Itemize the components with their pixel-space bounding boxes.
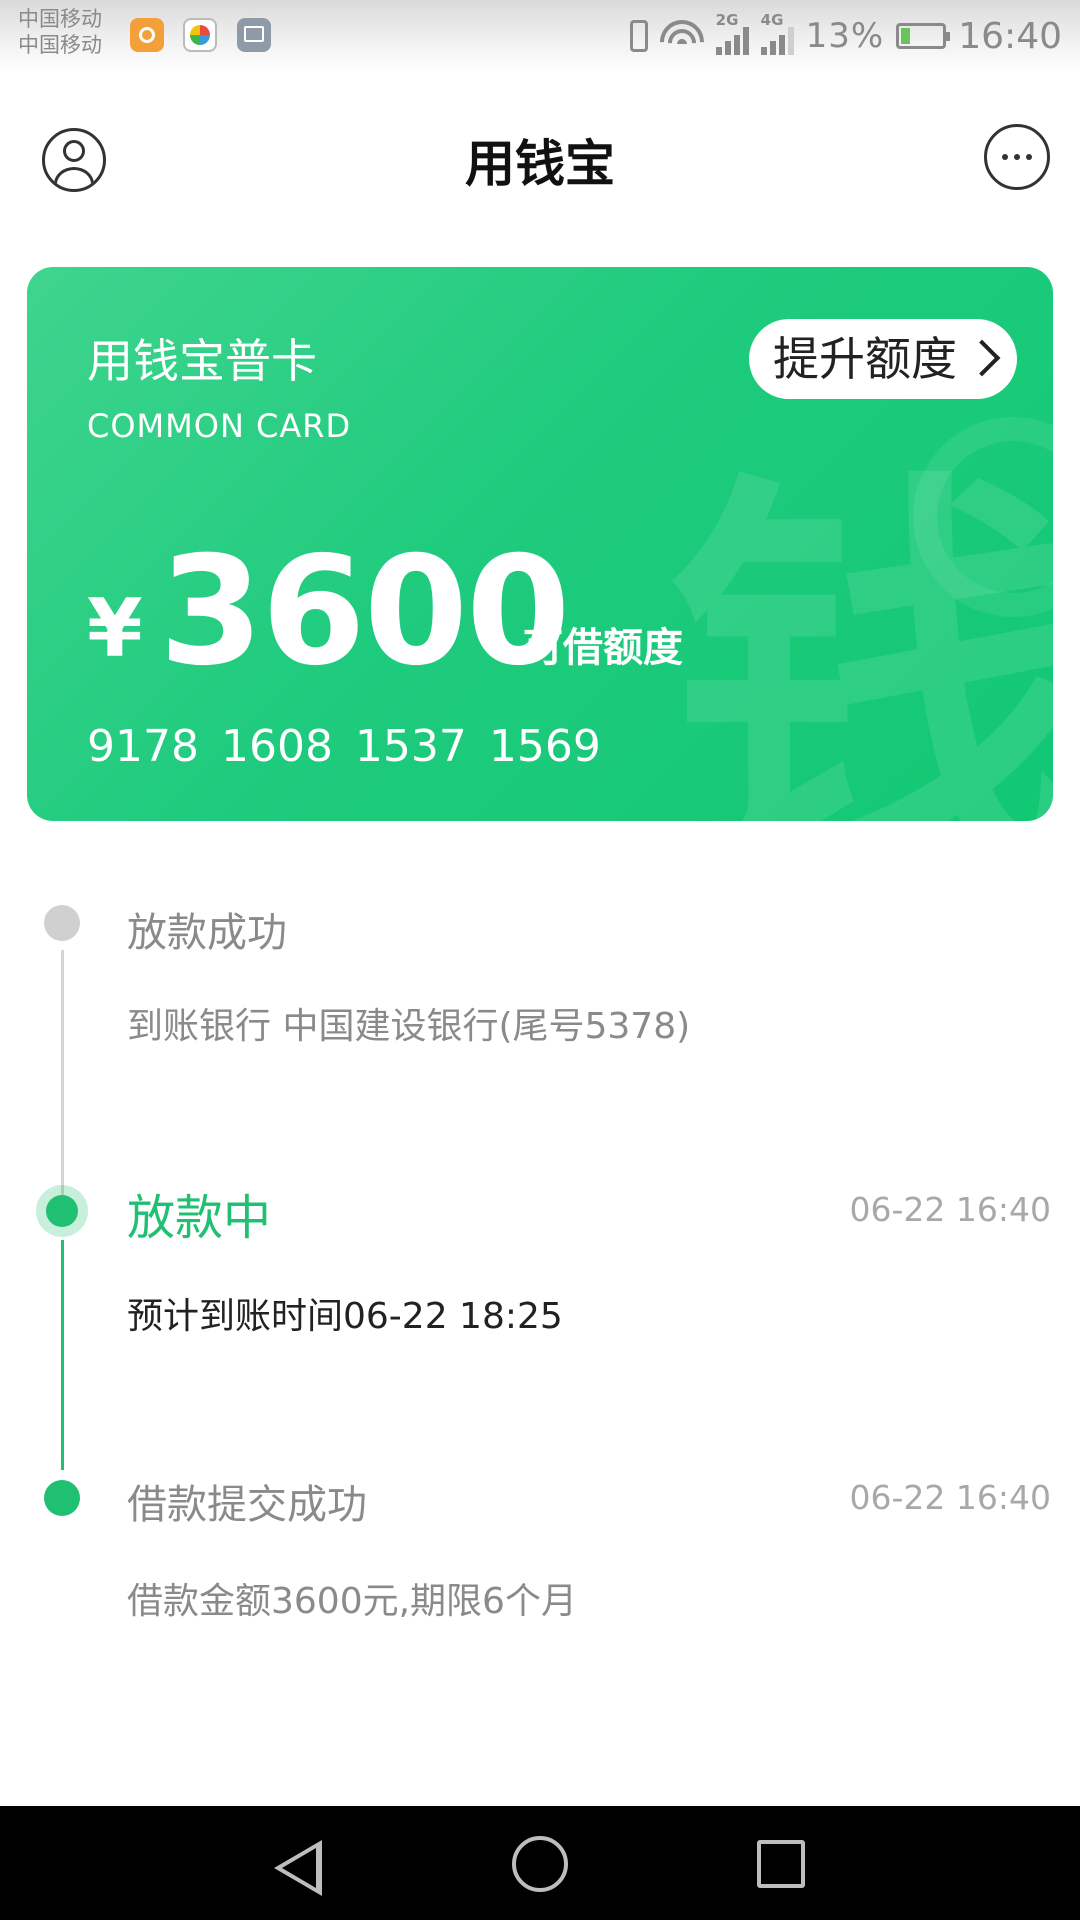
app-header: 用钱宝 [0, 72, 1080, 242]
net-2g-label: 2G [715, 11, 739, 29]
back-icon[interactable] [274, 1840, 322, 1896]
available-amount: 3600 [159, 525, 570, 699]
card-number: 9178 1608 1537 1569 [87, 721, 601, 772]
page-title: 用钱宝 [465, 135, 615, 193]
step-desc-disbursing: 预计到账时间06-22 18:25 [127, 1296, 563, 1337]
status-indicators: 2G 4G 13% 16:40 [629, 10, 1062, 62]
loan-progress-timeline: 放款成功 到账银行 中国建设银行(尾号5378) 放款中 06-22 16:40… [0, 860, 1080, 1660]
credit-card: 钱 用钱宝普卡 COMMON CARD 提升额度 ¥ 3600 可借额度 917… [27, 267, 1053, 821]
app-notification-icon [183, 18, 217, 52]
timeline-connector-pending [61, 950, 64, 1195]
gallery-icon [237, 18, 271, 52]
raise-limit-label: 提升额度 [773, 332, 957, 386]
status-bar: 中国移动 中国移动 2G 4G 13% 16:40 [0, 0, 1080, 72]
step-desc-submitted: 借款金额3600元,期限6个月 [127, 1581, 577, 1622]
chevron-right-icon [963, 339, 1001, 377]
step-time-submitted: 06-22 16:40 [849, 1478, 1051, 1517]
step-title-disbursing: 放款中 [127, 1190, 272, 1246]
recent-apps-icon[interactable] [757, 1840, 805, 1888]
battery-icon [896, 23, 951, 49]
system-nav-bar [0, 1806, 1080, 1920]
timeline-connector-done [61, 1240, 64, 1470]
currency-symbol: ¥ [87, 582, 143, 675]
card-subtitle: COMMON CARD [87, 407, 352, 445]
step-desc-disbursed: 到账银行 中国建设银行(尾号5378) [127, 1006, 691, 1047]
step-dot-pending [44, 905, 80, 941]
step-dot-active [36, 1185, 88, 1237]
net-4g-label: 4G [760, 11, 784, 29]
status-time: 16:40 [958, 15, 1062, 57]
step-time-disbursing: 06-22 16:40 [849, 1190, 1051, 1229]
battery-percent: 13% [805, 16, 885, 56]
available-amount-label: 可借额度 [523, 625, 683, 671]
card-title: 用钱宝普卡 [87, 334, 317, 388]
vibrate-icon [629, 20, 648, 52]
uc-browser-icon [130, 18, 164, 52]
wifi-icon [659, 20, 704, 52]
carrier-labels: 中国移动 中国移动 [18, 6, 102, 58]
step-dot-done [44, 1480, 80, 1516]
signal-4g-icon: 4G [760, 11, 794, 55]
step-title-submitted: 借款提交成功 [127, 1482, 367, 1528]
carrier-2: 中国移动 [18, 33, 102, 57]
step-title-disbursed: 放款成功 [127, 910, 287, 956]
carrier-1: 中国移动 [18, 7, 102, 31]
more-options-icon[interactable] [984, 124, 1050, 190]
home-icon[interactable] [512, 1836, 568, 1892]
signal-2g-icon: 2G [715, 11, 749, 55]
raise-limit-button[interactable]: 提升额度 [749, 319, 1017, 399]
